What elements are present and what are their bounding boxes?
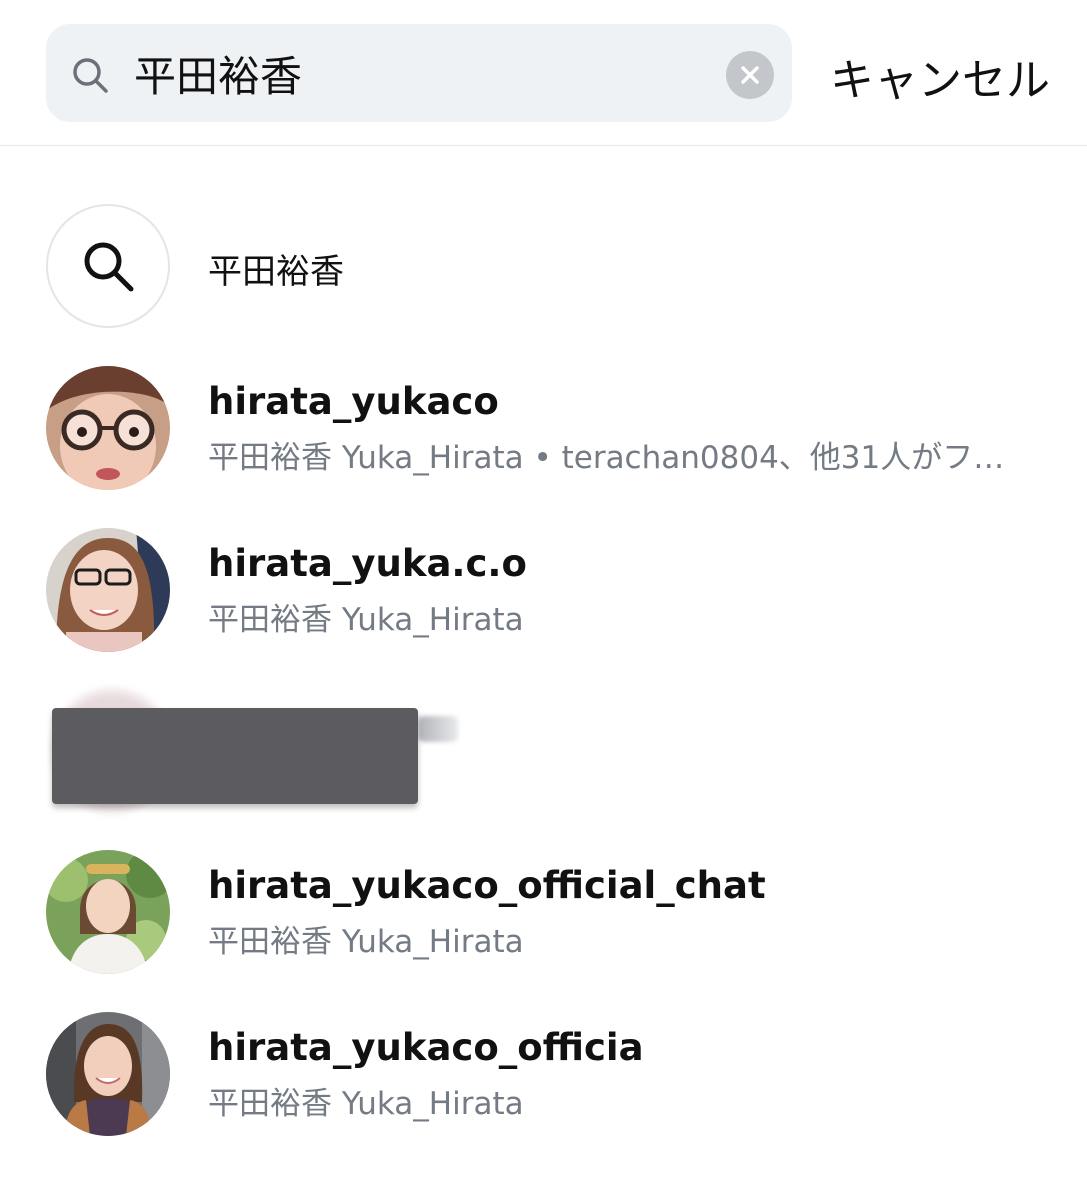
header-divider xyxy=(0,145,1087,146)
result-row[interactable]: hirata_yukaco_official_chat 平田裕香 Yuka_Hi… xyxy=(0,850,1087,980)
search-icon xyxy=(84,242,134,292)
redacted-text-fragment xyxy=(418,716,458,742)
avatar xyxy=(46,366,170,490)
clear-search-button[interactable] xyxy=(726,51,774,99)
avatar xyxy=(46,850,170,974)
search-icon xyxy=(73,58,108,93)
avatar xyxy=(46,1012,170,1136)
query-suggestion-row[interactable]: 平田裕香 xyxy=(0,204,1087,334)
result-username: hirata_yukaco_officia xyxy=(208,1026,644,1069)
result-row[interactable]: hirata_yukaco_officia 平田裕香 Yuka_Hirata xyxy=(0,1012,1087,1142)
result-username: hirata_yuka.c.o xyxy=(208,542,527,585)
redaction-box xyxy=(52,708,418,804)
avatar xyxy=(46,528,170,652)
search-input[interactable] xyxy=(134,44,694,102)
search-bar[interactable] xyxy=(46,24,792,122)
result-username: hirata_yukaco_official_chat xyxy=(208,864,766,907)
result-row[interactable]: hirata_yukaco 平田裕香 Yuka_Hirata • teracha… xyxy=(0,366,1087,496)
cancel-button[interactable]: キャンセル xyxy=(830,44,1050,106)
close-icon xyxy=(741,66,759,84)
result-subtitle: 平田裕香 Yuka_Hirata xyxy=(208,602,524,638)
result-row[interactable]: hirata_yuka.c.o 平田裕香 Yuka_Hirata xyxy=(0,528,1087,658)
result-subtitle: 平田裕香 Yuka_Hirata xyxy=(208,924,524,960)
result-subtitle: 平田裕香 Yuka_Hirata • terachan0804、他31人がフ… xyxy=(208,440,1005,476)
result-subtitle: 平田裕香 Yuka_Hirata xyxy=(208,1086,524,1122)
query-icon-circle xyxy=(46,204,170,328)
query-suggestion-text: 平田裕香 xyxy=(208,252,344,292)
result-username: hirata_yukaco xyxy=(208,380,499,423)
